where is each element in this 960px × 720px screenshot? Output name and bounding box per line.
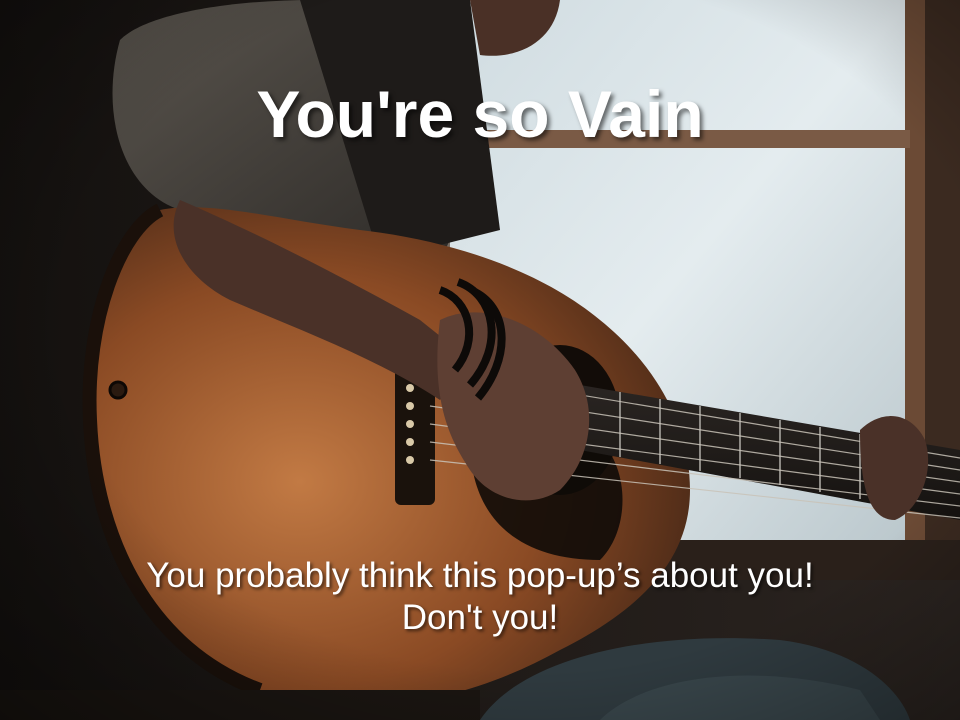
- caption-line-1: You probably think this pop-up’s about y…: [146, 556, 814, 595]
- caption-line-2: Don't you!: [401, 598, 559, 637]
- slide-caption: You probably think this pop-up’s about y…: [0, 555, 960, 639]
- slide-title: You're so Vain: [256, 77, 704, 151]
- slide: You're so Vain You probably think this p…: [0, 0, 960, 720]
